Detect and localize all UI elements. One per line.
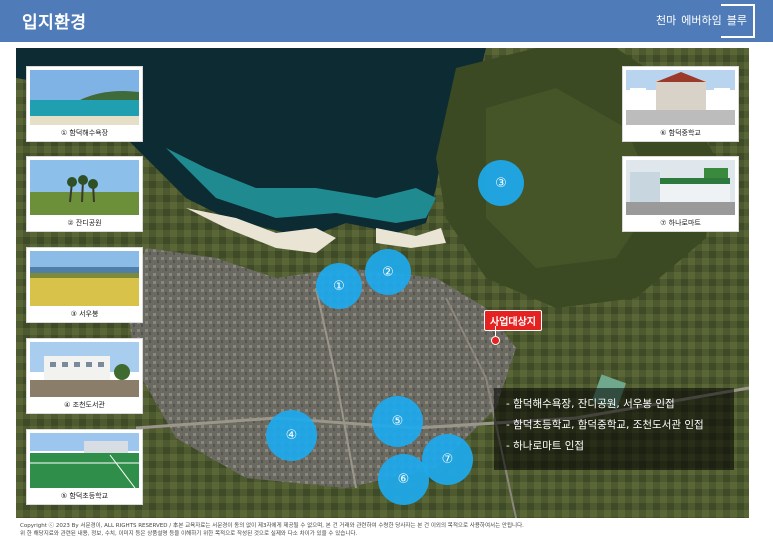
map-marker-4[interactable]: ④ bbox=[266, 410, 317, 461]
footer-copyright: Copyright ⓒ 2023 By 서문경이, ALL RIGHTS RES… bbox=[20, 523, 524, 529]
park-photo-icon bbox=[30, 160, 139, 215]
info-line-3: - 하나로마트 인접 bbox=[506, 440, 585, 452]
footer-disclaimer: Copyright ⓒ 2023 By 서문경이, ALL RIGHTS RES… bbox=[20, 522, 760, 538]
thumbnail-caption: ② 잔디공원 bbox=[67, 219, 102, 227]
info-line-2: - 함덕초등학교, 함덕중학교, 조천도서관 인접 bbox=[506, 419, 704, 431]
brand-word-1: 천마 bbox=[656, 14, 677, 27]
info-line-1: - 함덕해수욕장, 잔디공원, 서우봉 인접 bbox=[506, 398, 675, 410]
mart-photo-icon bbox=[626, 160, 735, 215]
thumbnail-library: ④ 조천도서관 bbox=[26, 338, 143, 414]
map-marker-2[interactable]: ② bbox=[365, 249, 411, 295]
map-marker-5[interactable]: ⑤ bbox=[372, 396, 423, 447]
page-title: 입지환경 bbox=[22, 13, 87, 33]
beach-photo-icon bbox=[30, 70, 139, 125]
thumbnail-caption: ⑥ 함덕중학교 bbox=[660, 129, 701, 137]
project-site-pointer bbox=[495, 326, 496, 336]
project-site-pin-icon[interactable] bbox=[491, 336, 500, 345]
map-marker-7[interactable]: ⑦ bbox=[422, 434, 473, 485]
thumbnail-mart: ⑦ 하나로마트 bbox=[622, 156, 739, 232]
thumbnail-elementary-school: ⑤ 함덕초등학교 bbox=[26, 429, 143, 505]
brand-frame-icon bbox=[721, 4, 755, 38]
info-panel: - 함덕해수욕장, 잔디공원, 서우봉 인접 - 함덕초등학교, 함덕중학교, … bbox=[494, 388, 734, 470]
map-marker-1[interactable]: ① bbox=[316, 263, 362, 309]
brand-word-2: 에버하임 bbox=[681, 14, 722, 27]
thumbnail-caption: ③ 서우봉 bbox=[70, 310, 99, 318]
thumbnail-park: ② 잔디공원 bbox=[26, 156, 143, 232]
thumbnail-caption: ① 함덕해수욕장 bbox=[60, 129, 109, 137]
school-field-photo-icon bbox=[30, 433, 139, 488]
thumbnail-field: ③ 서우봉 bbox=[26, 247, 143, 323]
library-photo-icon bbox=[30, 342, 139, 397]
thumbnail-caption: ⑦ 하나로마트 bbox=[660, 219, 701, 227]
map-marker-3[interactable]: ③ bbox=[478, 160, 524, 206]
thumbnail-caption: ④ 조천도서관 bbox=[64, 401, 105, 409]
footer-note: 위 한 해당지료와 관련된 내용, 정보, 수치, 이미지 등은 상품설명 등을… bbox=[20, 531, 358, 537]
thumbnail-middle-school: ⑥ 함덕중학교 bbox=[622, 66, 739, 142]
field-photo-icon bbox=[30, 251, 139, 306]
middle-school-photo-icon bbox=[626, 70, 735, 125]
thumbnail-caption: ⑤ 함덕초등학교 bbox=[60, 492, 109, 500]
project-site-label: 사업대상지 bbox=[484, 310, 542, 331]
thumbnail-beach: ① 함덕해수욕장 bbox=[26, 66, 143, 142]
header-bar: 입지환경 천마 에버하임 블루 bbox=[0, 0, 773, 42]
